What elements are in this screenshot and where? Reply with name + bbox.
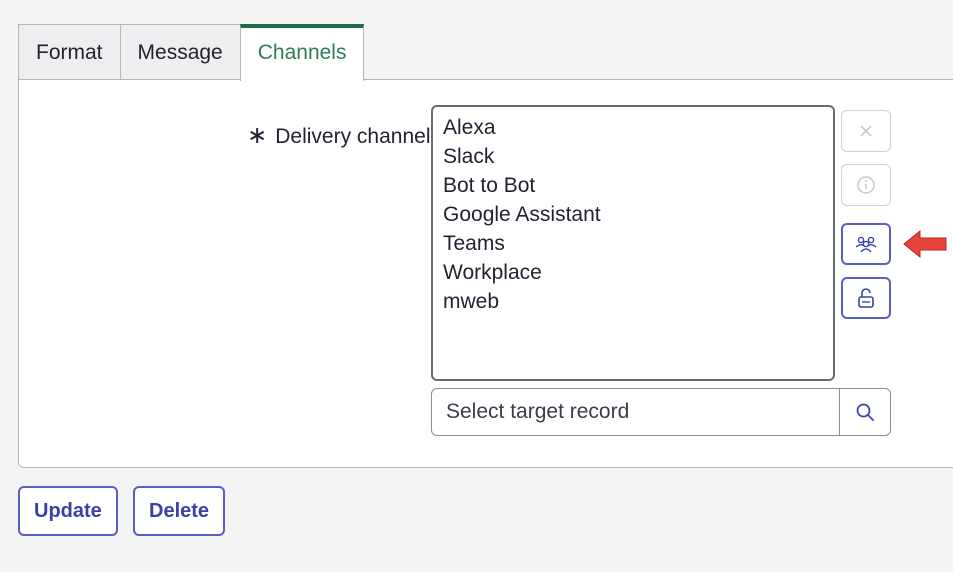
delete-button[interactable]: Delete: [133, 486, 226, 536]
unlock-icon: [858, 288, 874, 308]
channels-panel: ∗ Delivery channels Alexa Slack Bot to Bo…: [18, 79, 953, 468]
delivery-channels-list[interactable]: Alexa Slack Bot to Bot Google Assistant …: [431, 105, 835, 381]
pointer-arrow-icon: [903, 229, 947, 259]
search-button[interactable]: [839, 389, 890, 435]
update-button[interactable]: Update: [18, 486, 118, 536]
tab-format[interactable]: Format: [18, 24, 121, 80]
add-group-button[interactable]: [841, 223, 891, 265]
list-item[interactable]: Teams: [443, 229, 823, 258]
target-record-input[interactable]: [432, 389, 839, 435]
list-item[interactable]: Bot to Bot: [443, 171, 823, 200]
unlock-button[interactable]: [841, 277, 891, 319]
info-icon: [857, 176, 875, 194]
list-item[interactable]: Alexa: [443, 113, 823, 142]
tab-message[interactable]: Message: [119, 24, 241, 80]
list-item[interactable]: mweb: [443, 287, 823, 316]
group-icon: [855, 236, 877, 253]
close-icon: [860, 125, 872, 137]
remove-button[interactable]: [841, 110, 891, 152]
target-record-field: [431, 388, 891, 436]
list-item[interactable]: Slack: [443, 142, 823, 171]
tab-bar: Format Message Channels: [18, 24, 365, 81]
delivery-channels-label-text: Delivery channels: [275, 125, 441, 148]
list-item[interactable]: Workplace: [443, 258, 823, 287]
info-button[interactable]: [841, 164, 891, 206]
delivery-channels-label: ∗ Delivery channels: [247, 121, 441, 150]
tab-channels[interactable]: Channels: [239, 24, 365, 81]
required-marker: ∗: [247, 122, 268, 149]
list-item[interactable]: Google Assistant: [443, 200, 823, 229]
search-icon: [856, 403, 874, 421]
